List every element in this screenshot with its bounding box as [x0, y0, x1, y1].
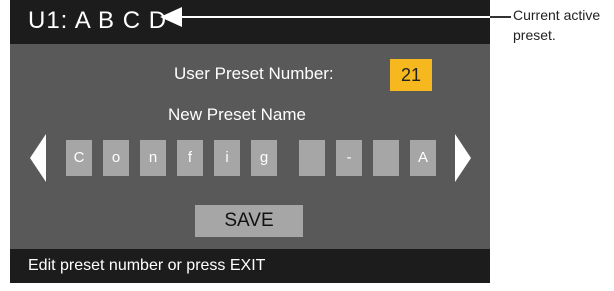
top-bar: U1: A B C D — [10, 0, 490, 44]
new-preset-name-label: New Preset Name — [168, 105, 306, 124]
right-arrow-icon[interactable] — [455, 134, 471, 182]
name-char-3[interactable]: n — [140, 140, 166, 176]
status-text: Edit preset number or press EXIT — [28, 257, 266, 274]
pointer-arrow-icon — [160, 7, 182, 27]
name-char-4[interactable]: f — [177, 140, 203, 176]
callout-leader-line — [490, 16, 511, 18]
name-char-9[interactable] — [373, 140, 399, 176]
name-char-5[interactable]: i — [214, 140, 240, 176]
name-char-7[interactable] — [299, 140, 325, 176]
device-screen: U1: A B C D User Preset Number: 21 New P… — [10, 0, 490, 283]
name-char-2[interactable]: o — [103, 140, 129, 176]
save-button[interactable]: SAVE — [195, 205, 303, 237]
left-arrow-icon[interactable] — [30, 134, 46, 182]
name-char-1[interactable]: C — [66, 140, 92, 176]
preset-number-label: User Preset Number: — [174, 64, 334, 83]
preset-number-field[interactable]: 21 — [390, 59, 432, 91]
name-char-8[interactable]: - — [336, 140, 362, 176]
current-preset-title: U1: A B C D — [28, 7, 168, 34]
name-char-10[interactable]: A — [410, 140, 436, 176]
callout-text: Current active preset. — [513, 7, 601, 43]
pointer-line — [178, 16, 511, 18]
status-bar: Edit preset number or press EXIT — [10, 249, 490, 283]
name-char-6[interactable]: g — [251, 140, 277, 176]
